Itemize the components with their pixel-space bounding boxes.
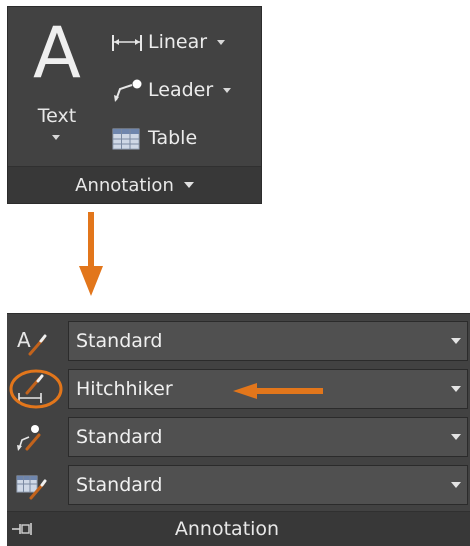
chevron-down-icon[interactable] <box>451 434 461 440</box>
table-style-value: Standard <box>76 474 163 496</box>
expand-panel-icon[interactable] <box>183 182 194 188</box>
text-tool-icon: A <box>33 12 81 94</box>
text-tool-label: Text <box>37 105 77 127</box>
down-arrow-icon <box>79 212 103 296</box>
highlight-circle <box>9 369 63 409</box>
multileader-style-dropdown[interactable]: Standard <box>68 417 468 457</box>
linear-dropdown-icon[interactable] <box>217 39 226 45</box>
text-tool-dropdown-icon[interactable] <box>52 135 60 140</box>
leader-button[interactable]: Leader <box>108 73 232 107</box>
multileader-style-row: Standard <box>7 414 470 460</box>
linear-label: Linear <box>148 31 208 53</box>
text-style-dropdown[interactable]: Standard <box>68 321 468 361</box>
left-arrow-icon <box>233 383 323 399</box>
multileader-style-icon <box>13 421 49 453</box>
leader-icon <box>108 75 148 105</box>
text-style-row: A Standard <box>7 318 470 364</box>
leader-label: Leader <box>148 79 214 101</box>
text-tool-button[interactable]: A Text <box>22 13 92 149</box>
annotation-panel-collapsed: A Text Linear Leader Table Annotation <box>7 6 262 204</box>
table-icon <box>108 123 148 153</box>
panel-title: Annotation <box>75 174 174 196</box>
panel-title-bar[interactable]: Annotation <box>8 166 261 203</box>
annotation-panel-expanded: A Standard Hitchhiker Standard Standard … <box>7 313 470 546</box>
panel-title: Annotation <box>174 518 280 540</box>
panel-title-bar[interactable]: Annotation <box>7 511 470 546</box>
chevron-down-icon[interactable] <box>451 386 461 392</box>
table-style-row: Standard <box>7 462 470 508</box>
chevron-down-icon[interactable] <box>451 338 461 344</box>
text-style-value: Standard <box>76 330 163 352</box>
svg-text:A: A <box>17 328 31 352</box>
table-style-dropdown[interactable]: Standard <box>68 465 468 505</box>
text-style-icon: A <box>13 325 49 357</box>
table-style-icon <box>13 469 49 501</box>
table-label: Table <box>148 127 198 149</box>
chevron-down-icon[interactable] <box>451 482 461 488</box>
leader-dropdown-icon[interactable] <box>223 87 232 93</box>
table-button[interactable]: Table <box>108 121 197 155</box>
multileader-style-value: Standard <box>76 426 163 448</box>
linear-dimension-button[interactable]: Linear <box>108 25 226 59</box>
linear-dimension-icon <box>108 27 148 57</box>
dimension-style-row: Hitchhiker <box>7 366 470 412</box>
